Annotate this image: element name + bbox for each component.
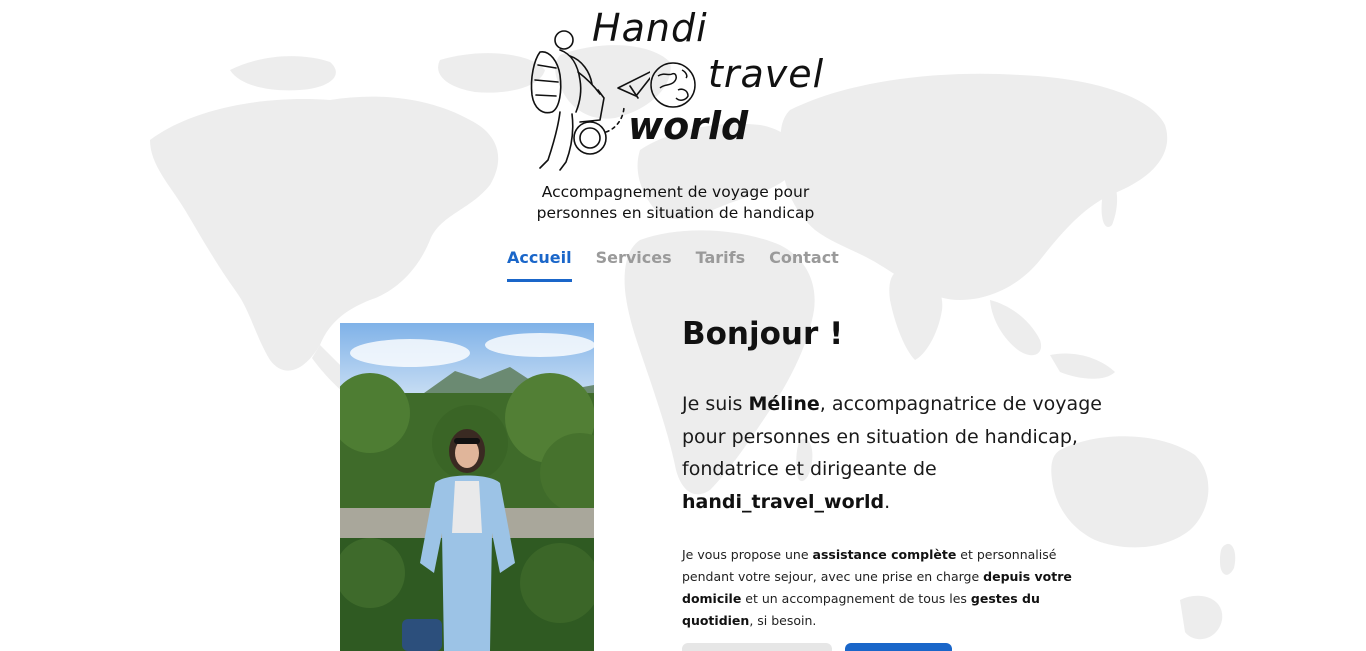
logo-text-travel: travel — [708, 52, 825, 96]
detail-part-4: , si besoin. — [749, 613, 817, 628]
site-tagline: Accompagnement de voyage pour personnes … — [483, 182, 868, 224]
primary-button[interactable] — [845, 643, 952, 651]
nav-item-contact[interactable]: Contact — [769, 248, 839, 282]
logo-text-handi: Handi — [592, 6, 708, 50]
site-logo[interactable]: Handi travel world — [520, 6, 840, 176]
detail-part-3: et un accompagnement de tous les — [741, 591, 971, 606]
nav-item-accueil[interactable]: Accueil — [507, 248, 572, 282]
main-navigation: Accueil Services Tarifs Contact — [507, 248, 863, 282]
detail-part-1: Je vous propose une — [682, 547, 813, 562]
logo-text-world: world — [628, 104, 749, 148]
tagline-line-2: personnes en situation de handicap — [536, 204, 815, 222]
detail-bold-1: assistance complète — [812, 547, 957, 562]
detail-paragraph: Je vous propose une assistance complète … — [682, 544, 1102, 632]
globe-icon — [650, 62, 696, 108]
intro-name: Méline — [748, 393, 820, 415]
secondary-button[interactable] — [682, 643, 832, 651]
intro-paragraph: Je suis Méline, accompagnatrice de voyag… — [682, 388, 1102, 518]
nav-item-tarifs[interactable]: Tarifs — [696, 248, 746, 282]
page-title: Bonjour ! — [682, 316, 844, 352]
tagline-line-1: Accompagnement de voyage pour — [541, 183, 810, 201]
nav-item-services[interactable]: Services — [596, 248, 672, 282]
intro-prefix: Je suis — [682, 393, 749, 415]
intro-suffix: . — [884, 490, 891, 513]
intro-company: handi_travel_world — [682, 490, 885, 513]
profile-photo — [340, 323, 594, 651]
